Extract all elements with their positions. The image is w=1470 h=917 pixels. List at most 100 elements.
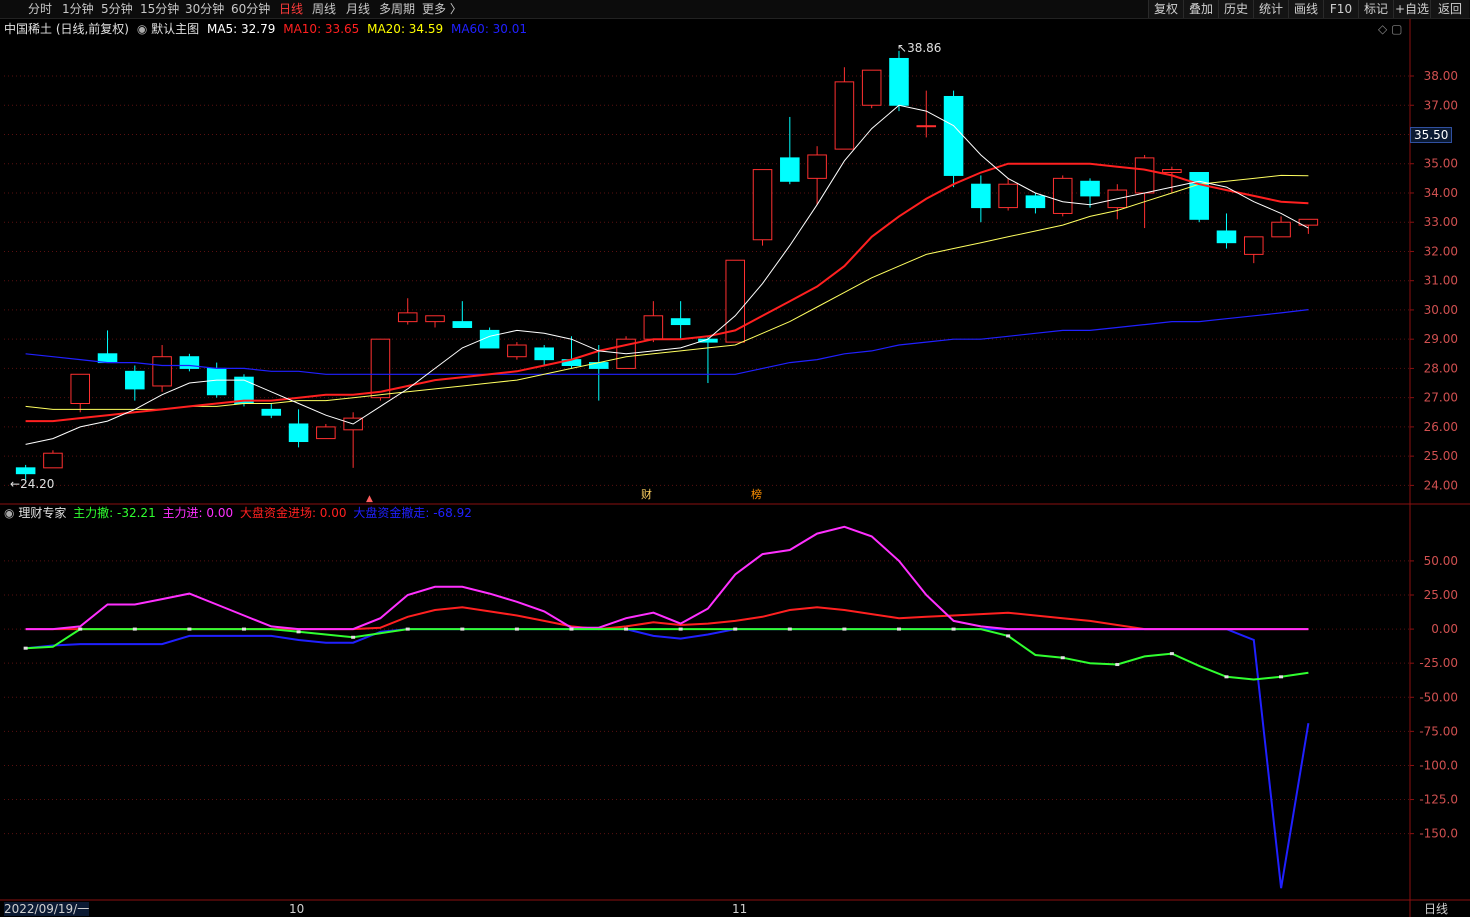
series-marker xyxy=(405,627,410,631)
candle-body xyxy=(752,169,773,241)
series-marker xyxy=(1115,663,1120,667)
series-marker xyxy=(1224,675,1229,679)
indicator-name[interactable]: 理财专家 xyxy=(18,506,66,520)
tab-60min[interactable]: 60分钟 xyxy=(231,1,270,17)
candle-body xyxy=(507,344,527,358)
series-marker xyxy=(296,630,301,634)
tab-multi-period[interactable]: 多周期 xyxy=(379,1,415,17)
sub-tick-label: 25.00 xyxy=(1424,588,1458,602)
candle-body xyxy=(206,367,227,396)
series-label-market-in: 大盘资金进场: 0.00 xyxy=(239,506,347,520)
high-arrow-icon: ↖ xyxy=(897,41,908,55)
candle-body xyxy=(234,376,254,405)
candle-body xyxy=(670,318,691,326)
candle-body xyxy=(998,183,1018,209)
history-button[interactable]: 历史 xyxy=(1218,0,1253,18)
candle-body xyxy=(943,95,964,176)
series-marker xyxy=(787,627,792,631)
tab-monthly[interactable]: 月线 xyxy=(346,1,370,17)
indicator-menu-icon[interactable]: ◉ xyxy=(4,506,14,520)
panel-tool-icons: ◇ ▢ xyxy=(1378,22,1402,36)
candle-body xyxy=(1162,169,1182,174)
adjust-button[interactable]: 复权 xyxy=(1148,0,1183,18)
candle-body xyxy=(861,69,882,106)
series-marker xyxy=(842,627,847,631)
event-marker-finance[interactable]: 财 xyxy=(641,488,652,502)
tab-daily[interactable]: 日线 xyxy=(279,1,303,17)
candle-body xyxy=(1025,195,1046,209)
tab-more[interactable]: 更多 〉 xyxy=(422,1,462,17)
candle-body xyxy=(152,356,172,387)
ma60-line xyxy=(25,309,1309,375)
event-marker-rank[interactable]: 榜 xyxy=(751,488,762,502)
main-tick-label: 38.00 xyxy=(1424,69,1458,83)
ma20-label: MA20: 34.59 xyxy=(367,22,444,36)
add-watchlist-button[interactable]: +自选 xyxy=(1393,0,1430,18)
main-tick-label: 24.00 xyxy=(1424,478,1458,492)
tab-15min[interactable]: 15分钟 xyxy=(140,1,179,17)
candle-body xyxy=(971,183,991,209)
candle-body xyxy=(916,125,937,128)
template-icon[interactable]: ◉ xyxy=(137,22,147,36)
tab-intraday[interactable]: 分时 xyxy=(28,1,52,17)
candle-body xyxy=(370,338,391,399)
series-marker xyxy=(896,627,901,631)
ma60-label: MA60: 30.01 xyxy=(450,22,528,36)
candle-body xyxy=(834,81,855,150)
sub-tick-label: -75.00 xyxy=(1419,724,1458,738)
series-marker xyxy=(23,646,28,650)
chart-canvas: 24.00 25.00 26.00 27.00 28.00 29.00 30.00 31.00… xyxy=(0,19,1470,917)
sub-tick-label: -50.00 xyxy=(1419,690,1458,704)
mark-button[interactable]: 标记 xyxy=(1358,0,1393,18)
candle-body xyxy=(643,315,664,340)
series-marker xyxy=(187,627,192,631)
event-triangle-icon[interactable]: ▲ xyxy=(366,492,373,506)
candle-body xyxy=(1216,230,1237,244)
main-tick-label: 34.00 xyxy=(1424,186,1458,200)
f10-button[interactable]: F10 xyxy=(1323,0,1358,18)
main-tick-label: 27.00 xyxy=(1424,391,1458,405)
main-tick-label: 31.00 xyxy=(1424,274,1458,288)
candle-body xyxy=(288,423,309,443)
series-marker xyxy=(460,627,465,631)
series-marker xyxy=(678,627,683,631)
tab-5min[interactable]: 5分钟 xyxy=(101,1,133,17)
stats-button[interactable]: 统计 xyxy=(1253,0,1288,18)
candle-body xyxy=(1080,180,1100,197)
diamond-icon[interactable]: ◇ xyxy=(1378,22,1387,36)
tab-weekly[interactable]: 周线 xyxy=(312,1,336,17)
series-marker xyxy=(624,627,629,631)
series-label-main-in: 主力进: 0.00 xyxy=(162,506,234,520)
candle-body xyxy=(1243,236,1264,255)
candle-body xyxy=(425,315,445,323)
sub-tick-label: -100.0 xyxy=(1419,758,1458,772)
main-tick-label: 26.00 xyxy=(1424,420,1458,434)
candle-body xyxy=(43,452,63,469)
series-marker xyxy=(351,635,356,639)
series-marker xyxy=(1169,652,1174,656)
candle-body xyxy=(1271,221,1291,238)
main-tick-label: 28.00 xyxy=(1424,361,1458,375)
low-price-label: ←24.20 xyxy=(10,477,55,491)
template-label[interactable]: 默认主图 xyxy=(151,22,199,36)
candle-body xyxy=(534,347,554,361)
ma5-label: MA5: 32.79 xyxy=(206,22,276,36)
series-marker xyxy=(241,627,246,631)
candle-body xyxy=(889,57,909,106)
period-label[interactable]: 日线 xyxy=(1424,902,1448,916)
series-marker xyxy=(514,627,519,631)
main-header: 中国稀土 (日线,前复权) ◉ 默认主图 MA5: 32.79 MA10: 33… xyxy=(4,22,527,36)
date-start-label: 2022/09/19/一 xyxy=(4,902,90,916)
series-marker xyxy=(1006,634,1011,638)
overlay-button[interactable]: 叠加 xyxy=(1183,0,1218,18)
tab-1min[interactable]: 1分钟 xyxy=(62,1,94,17)
stock-title: 中国稀土 (日线,前复权) xyxy=(4,22,129,36)
series-marker xyxy=(569,627,574,631)
sub-tick-label: -25.00 xyxy=(1419,656,1458,670)
tab-30min[interactable]: 30分钟 xyxy=(185,1,224,17)
candle-body xyxy=(1189,172,1209,220)
back-button[interactable]: 返回 xyxy=(1430,0,1469,18)
series-marker xyxy=(951,627,956,631)
expand-icon[interactable]: ▢ xyxy=(1391,22,1402,36)
draw-button[interactable]: 画线 xyxy=(1288,0,1323,18)
